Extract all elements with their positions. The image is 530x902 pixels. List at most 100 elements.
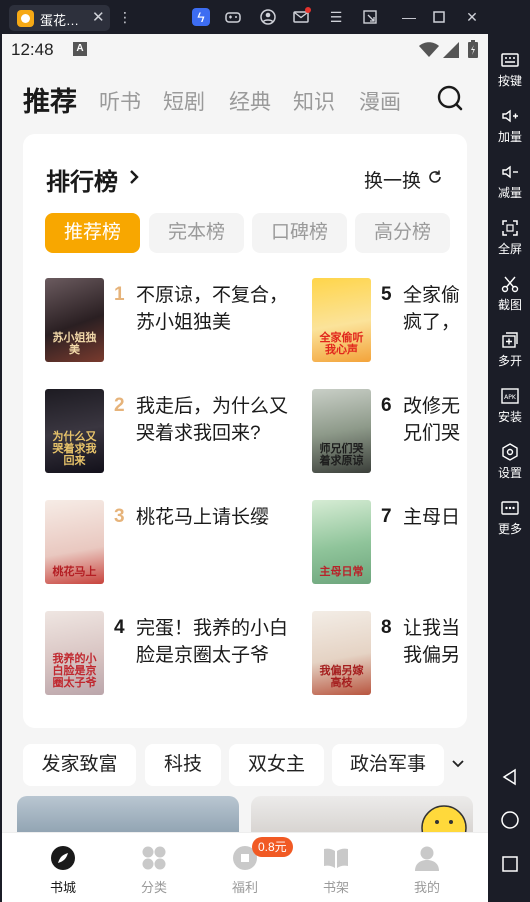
volume-up-icon [502, 109, 518, 123]
cover-title: 苏小姐独美 [52, 332, 97, 356]
nav-bookshelf[interactable]: 书架 [296, 833, 376, 902]
boost-icon[interactable]: ϟ [192, 8, 210, 26]
sidebar-label-multi: 多开 [497, 354, 522, 368]
book-cover[interactable]: 我养的小白脸是京圈太子爷 [45, 611, 104, 695]
banner-card-left[interactable] [17, 796, 239, 836]
ranked-book[interactable]: 我养的小白脸是京圈太子爷 4 完蛋！我养的小白 脸是京圈太子爷 [45, 611, 288, 701]
close-window-icon[interactable]: ✕ [463, 8, 481, 26]
book-title[interactable]: 主母日 [403, 504, 467, 531]
cover-title: 我偏另嫁高枝 [319, 665, 364, 689]
maximize-icon[interactable] [430, 8, 448, 26]
banner-card-right[interactable] [251, 796, 473, 836]
open-book-icon [324, 848, 348, 868]
signal-icon [443, 42, 459, 58]
sidebar-volume-up[interactable]: 加量 [490, 100, 530, 152]
book-cover[interactable]: 主母日常 [312, 500, 371, 584]
ranked-book[interactable]: 全家偷听我心声 5 全家偷 疯了， [312, 278, 467, 368]
back-icon[interactable] [500, 767, 520, 787]
chevron-down-icon[interactable] [450, 756, 466, 772]
window-pop-icon[interactable] [361, 8, 379, 26]
sidebar-multi-instance[interactable]: 多开 [490, 324, 530, 376]
rank-number: 1 [114, 284, 125, 305]
tab-recommend[interactable]: 推荐 [23, 80, 77, 119]
close-tab-icon[interactable]: ✕ [92, 8, 105, 26]
category-chip[interactable]: 政治军事 [332, 744, 444, 786]
book-title-line-1: 完蛋！我养的小白 [136, 618, 289, 639]
ranked-book[interactable]: 苏小姐独美 1 不原谅，不复合， 苏小姐独美 [45, 278, 288, 368]
tab-audiobook[interactable]: 听书 [99, 86, 141, 116]
book-cover[interactable]: 师兄们哭着求原谅 [312, 389, 371, 473]
more-icon [501, 501, 519, 515]
ranked-book[interactable]: 桃花马上 3 桃花马上请长缨 [45, 500, 269, 590]
book-cover[interactable]: 我偏另嫁高枝 [312, 611, 371, 695]
sidebar-label-volume-down: 减量 [497, 186, 522, 200]
app-tab[interactable]: 蛋花… ✕ [9, 5, 110, 31]
recents-icon[interactable] [500, 854, 520, 874]
book-cover[interactable]: 桃花马上 [45, 500, 104, 584]
book-title[interactable]: 完蛋！我养的小白 脸是京圈太子爷 [136, 615, 306, 669]
book-title[interactable]: 桃花马上请长缨 [136, 504, 306, 531]
menu-dots-icon[interactable]: ⋮ [116, 8, 134, 26]
book-title[interactable]: 让我当 我偏另 [403, 615, 467, 669]
book-cover[interactable]: 苏小姐独美 [45, 278, 104, 362]
tab-comics[interactable]: 漫画 [359, 86, 401, 116]
cover-title: 主母日常 [319, 566, 364, 578]
sidebar-install[interactable]: APK 安装 [490, 380, 530, 432]
sidebar-settings[interactable]: 设置 [490, 436, 530, 488]
status-bar: 12:48 A [2, 34, 488, 66]
category-chip[interactable]: 双女主 [229, 744, 324, 786]
battery-icon [468, 40, 478, 58]
swap-button[interactable]: 换一换 [364, 166, 421, 193]
bottom-nav: 书城 分类 福利 书架 我的 [2, 832, 488, 902]
book-title-line-2: 疯了， [403, 312, 461, 333]
book-title-line-2: 我偏另 [403, 645, 461, 666]
fullscreen-icon [502, 220, 518, 236]
book-title[interactable]: 我走后，为什么又 哭着求我回来? [136, 393, 306, 447]
status-clock: 12:48 [11, 40, 54, 59]
chevron-right-icon[interactable] [127, 168, 141, 186]
pill-reputation-list[interactable]: 口碑榜 [252, 213, 347, 253]
search-icon[interactable] [436, 84, 464, 112]
book-title-line-1: 主母日 [403, 507, 461, 528]
nav-category[interactable]: 分类 [114, 833, 194, 902]
sidebar-label-install: 安装 [497, 410, 522, 424]
book-title-line-1: 不原谅，不复合， [136, 285, 289, 306]
book-title[interactable]: 全家偷 疯了， [403, 282, 467, 336]
home-icon[interactable] [500, 810, 520, 830]
ranked-book[interactable]: 我偏另嫁高枝 8 让我当 我偏另 [312, 611, 467, 701]
pill-recommend-list[interactable]: 推荐榜 [45, 213, 140, 253]
mail-icon[interactable] [292, 7, 311, 26]
pill-high-score-list[interactable]: 高分榜 [355, 213, 450, 253]
sidebar-volume-down[interactable]: 减量 [490, 156, 530, 208]
sidebar-screenshot[interactable]: 截图 [490, 268, 530, 320]
cover-title: 全家偷听我心声 [319, 332, 364, 356]
account-icon[interactable] [259, 8, 277, 26]
book-cover[interactable]: 全家偷听我心声 [312, 278, 371, 362]
book-title[interactable]: 不原谅，不复合， 苏小姐独美 [136, 282, 306, 336]
category-chip[interactable]: 发家致富 [23, 744, 136, 786]
category-chip[interactable]: 科技 [145, 744, 221, 786]
tab-classic[interactable]: 经典 [229, 86, 271, 116]
sidebar-keyboard[interactable]: 按键 [490, 44, 530, 96]
tab-knowledge[interactable]: 知识 [293, 86, 335, 116]
ranked-book[interactable]: 为什么又哭着求我回来 2 我走后，为什么又 哭着求我回来? [45, 389, 288, 479]
multi-instance-icon [502, 332, 518, 348]
book-cover[interactable]: 为什么又哭着求我回来 [45, 389, 104, 473]
gamepad-icon[interactable] [224, 8, 242, 26]
nav-profile[interactable]: 我的 [387, 833, 467, 902]
book-title-line-2: 哭着求我回来? [136, 423, 261, 444]
refresh-icon[interactable] [427, 169, 443, 185]
nav-bookstore[interactable]: 书城 [23, 833, 103, 902]
ranked-book[interactable]: 师兄们哭着求原谅 6 改修无 兄们哭 [312, 389, 467, 479]
minimize-icon[interactable]: — [400, 8, 418, 26]
sidebar-more[interactable]: 更多 [490, 492, 530, 544]
tab-short-drama[interactable]: 短剧 [163, 86, 205, 116]
pill-complete-list[interactable]: 完本榜 [149, 213, 244, 253]
emulator-sidebar: 按键 加量 减量 全屏 截图 多开 APK 安装 设置 更多 [490, 34, 530, 902]
ranking-title[interactable]: 排行榜 [46, 162, 118, 197]
book-title-line-1: 全家偷 [403, 285, 461, 306]
ranked-book[interactable]: 主母日常 7 主母日 [312, 500, 467, 590]
book-title[interactable]: 改修无 兄们哭 [403, 393, 467, 447]
hamburger-menu-icon[interactable]: ☰ [327, 8, 345, 26]
sidebar-fullscreen[interactable]: 全屏 [490, 212, 530, 264]
